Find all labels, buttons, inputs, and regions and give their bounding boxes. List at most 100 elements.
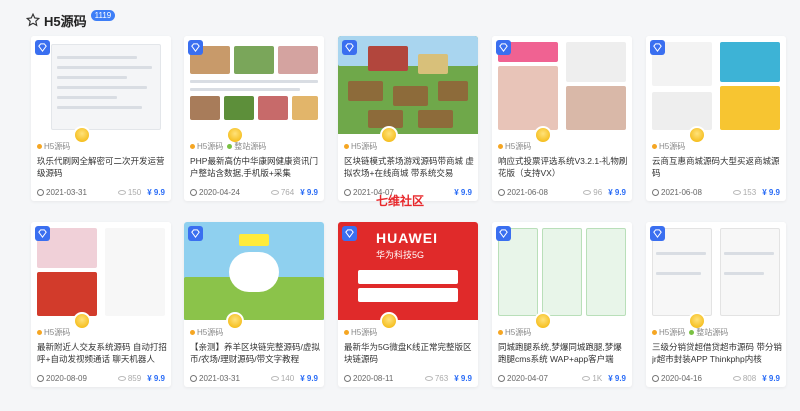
tag[interactable]: H5源码 — [37, 327, 70, 338]
author-avatar[interactable] — [73, 126, 91, 144]
product-card[interactable]: H5源码 整站源码 三级分销贷超借贷超市源码 带分销 jr超市封装APP Thi… — [646, 222, 786, 387]
card-title[interactable]: 区块链模式茶场游戏源码带商城 虚拟农场+在线商城 带系统交易 — [344, 155, 474, 179]
tag[interactable]: H5源码 — [190, 327, 223, 338]
author-avatar[interactable] — [534, 126, 552, 144]
clock-icon — [37, 188, 44, 196]
view-count: 150 — [127, 187, 142, 197]
card-title[interactable]: 玖乐代刷网全解密可二次开发运营级源码 — [37, 155, 167, 179]
product-thumbnail[interactable] — [184, 36, 324, 134]
author-avatar[interactable] — [226, 312, 244, 330]
price: ¥ 9.9 — [762, 187, 780, 197]
product-thumbnail[interactable] — [646, 222, 786, 320]
card-title[interactable]: 云商互惠商城源码大型买返商城源码 — [652, 155, 782, 179]
product-thumbnail[interactable] — [646, 36, 786, 134]
tag[interactable]: 整站源码 — [227, 141, 266, 152]
card-footer: 2020-08-11 763 ¥ 9.9 — [344, 372, 472, 384]
section-title: H5源码 — [44, 13, 87, 29]
vip-diamond-icon — [342, 226, 357, 241]
author-avatar[interactable] — [534, 312, 552, 330]
card-title[interactable]: 【亲测】养羊区块链完整源码/虚拟币/农场/理财源码/带文字教程 — [190, 341, 320, 365]
price: ¥ 9.9 — [454, 373, 472, 383]
clock-icon — [498, 188, 505, 196]
tag[interactable]: H5源码 — [344, 141, 377, 152]
tag[interactable]: H5源码 — [190, 141, 223, 152]
product-thumbnail[interactable]: HUAWEI 华为科技5G — [338, 222, 478, 320]
card-footer: 2021-03-31 140 ¥ 9.9 — [190, 372, 318, 384]
price: ¥ 9.9 — [147, 187, 165, 197]
tag[interactable]: H5源码 — [652, 327, 685, 338]
product-thumbnail[interactable] — [184, 222, 324, 320]
product-card[interactable]: H5源码 最新附近人交友系统源码 自动打招呼+自动发视频通话 聊天机器人 202… — [31, 222, 171, 387]
vip-diamond-icon — [188, 40, 203, 55]
card-title[interactable]: 三级分销贷超借贷超市源码 带分销 jr超市封装APP Thinkphp内核 — [652, 341, 782, 365]
vip-diamond-icon — [496, 226, 511, 241]
eye-icon — [732, 189, 741, 195]
product-thumbnail[interactable] — [492, 36, 632, 134]
publish-date: 2020-04-16 — [661, 373, 702, 383]
view-count: 96 — [593, 187, 603, 197]
eye-icon — [117, 375, 126, 381]
card-tags: H5源码 — [498, 327, 531, 338]
tag[interactable]: H5源码 — [344, 327, 377, 338]
product-thumbnail[interactable] — [31, 36, 171, 134]
view-count: 763 — [434, 373, 449, 383]
tag[interactable]: H5源码 — [37, 141, 70, 152]
view-count: 808 — [742, 373, 757, 383]
product-thumbnail[interactable] — [31, 222, 171, 320]
card-title[interactable]: 最新附近人交友系统源码 自动打招呼+自动发视频通话 聊天机器人 — [37, 341, 167, 365]
clock-icon — [652, 188, 659, 196]
thumb-sub-text: 华为科技5G — [376, 250, 425, 260]
vip-diamond-icon — [342, 40, 357, 55]
clock-icon — [190, 188, 197, 196]
product-card[interactable]: H5源码 玖乐代刷网全解密可二次开发运营级源码 2021-03-31 150 ¥… — [31, 36, 171, 201]
author-avatar[interactable] — [380, 312, 398, 330]
count-badge: 1119 — [90, 9, 116, 21]
vip-diamond-icon — [496, 40, 511, 55]
author-avatar[interactable] — [380, 126, 398, 144]
eye-icon — [270, 189, 279, 195]
eye-icon — [582, 375, 591, 381]
price: ¥ 9.9 — [300, 187, 318, 197]
card-footer: 2020-04-07 1K ¥ 9.9 — [498, 372, 626, 384]
view-count: 859 — [127, 373, 142, 383]
card-footer: 2021-03-31 150 ¥ 9.9 — [37, 186, 165, 198]
product-card[interactable]: H5源码 同城跑腿系统,梦爆同城跑腿,梦爆跑腿cms系统 WAP+app客户端 … — [492, 222, 632, 387]
eye-icon — [732, 375, 741, 381]
price: ¥ 9.9 — [608, 187, 626, 197]
card-tags: H5源码 — [344, 141, 377, 152]
clock-icon — [37, 374, 44, 382]
card-title[interactable]: 响应式投票评选系统V3.2.1-礼物刷花版（支持VX） — [498, 155, 628, 179]
price: ¥ 9.9 — [147, 373, 165, 383]
tag[interactable]: H5源码 — [498, 141, 531, 152]
tag[interactable]: H5源码 — [652, 141, 685, 152]
product-card[interactable]: H5源码 【亲测】养羊区块链完整源码/虚拟币/农场/理财源码/带文字教程 202… — [184, 222, 324, 387]
clock-icon — [498, 374, 505, 382]
author-avatar[interactable] — [73, 312, 91, 330]
tag[interactable]: 整站源码 — [689, 327, 728, 338]
product-thumbnail[interactable] — [338, 36, 478, 134]
card-title[interactable]: PHP最新高仿中华康网健康资讯门户整站含数据,手机版+采集 — [190, 155, 320, 179]
publish-date: 2021-03-31 — [199, 373, 240, 383]
product-card[interactable]: HUAWEI 华为科技5G H5源码 最新华为5G微盘K线正常完整版区块链源码 … — [338, 222, 478, 387]
publish-date: 2020-04-24 — [199, 187, 240, 197]
clock-icon — [344, 374, 351, 382]
card-footer: 2021-06-08 153 ¥ 9.9 — [652, 186, 780, 198]
vip-diamond-icon — [650, 40, 665, 55]
card-tags: H5源码 — [37, 141, 70, 152]
product-card[interactable]: H5源码 整站源码 PHP最新高仿中华康网健康资讯门户整站含数据,手机版+采集 … — [184, 36, 324, 201]
price: ¥ 9.9 — [300, 373, 318, 383]
product-thumbnail[interactable] — [492, 222, 632, 320]
vip-diamond-icon — [35, 40, 50, 55]
vip-diamond-icon — [650, 226, 665, 241]
card-title[interactable]: 最新华为5G微盘K线正常完整版区块链源码 — [344, 341, 474, 365]
author-avatar[interactable] — [688, 126, 706, 144]
product-card[interactable]: H5源码 响应式投票评选系统V3.2.1-礼物刷花版（支持VX） 2021-06… — [492, 36, 632, 201]
clock-icon — [190, 374, 197, 382]
tag[interactable]: H5源码 — [498, 327, 531, 338]
clock-icon — [344, 188, 351, 196]
card-title[interactable]: 同城跑腿系统,梦爆同城跑腿,梦爆跑腿cms系统 WAP+app客户端 — [498, 341, 628, 365]
price: ¥ 9.9 — [762, 373, 780, 383]
product-card[interactable]: H5源码 云商互惠商城源码大型买返商城源码 2021-06-08 153 ¥ 9… — [646, 36, 786, 201]
eye-icon — [270, 375, 279, 381]
product-card[interactable]: H5源码 区块链模式茶场游戏源码带商城 虚拟农场+在线商城 带系统交易 2021… — [338, 36, 478, 201]
